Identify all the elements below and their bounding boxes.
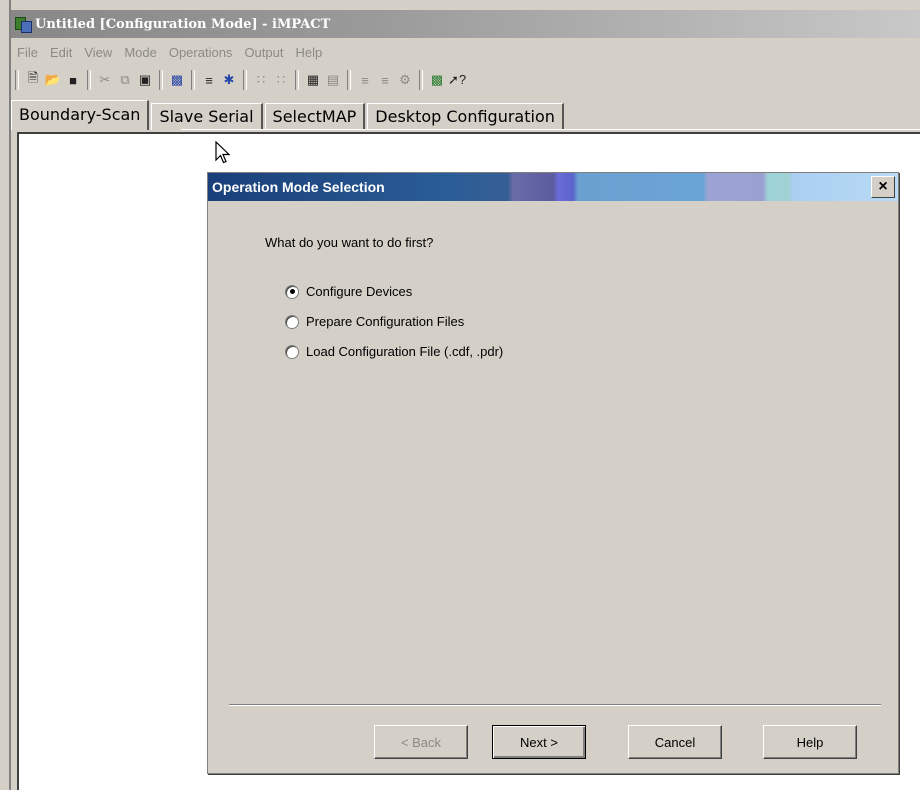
- impact-app-icon: [15, 16, 32, 33]
- toolbar-separator: [87, 70, 91, 90]
- chain-alt-icon[interactable]: ≡: [375, 70, 395, 90]
- toolbar-separator: [295, 70, 299, 90]
- menu-mode[interactable]: Mode: [118, 45, 163, 60]
- initialize-chain-icon[interactable]: ≡: [199, 70, 219, 90]
- option-load-configuration-file[interactable]: Load Configuration File (.cdf, .pdr): [285, 344, 503, 359]
- device-icon[interactable]: ▩: [427, 70, 447, 90]
- title-bar[interactable]: Untitled [Configuration Mode] - iMPACT: [11, 10, 920, 38]
- option-label: Prepare Configuration Files: [306, 314, 465, 329]
- menu-help[interactable]: Help: [289, 45, 328, 60]
- paste-icon[interactable]: ▣: [135, 70, 155, 90]
- operation-mode-dialog: Operation Mode Selection × What do you w…: [207, 172, 899, 774]
- option-label: Configure Devices: [306, 284, 413, 299]
- close-button[interactable]: ×: [871, 176, 895, 198]
- menu-edit[interactable]: Edit: [44, 45, 78, 60]
- tab-baseline: [181, 129, 920, 130]
- toolbar-separator: [243, 70, 247, 90]
- toolbar-separator: [347, 70, 351, 90]
- dialog-title: Operation Mode Selection: [212, 179, 385, 195]
- gear-icon[interactable]: ⚙: [395, 70, 415, 90]
- option-label: Load Configuration File (.cdf, .pdr): [306, 344, 504, 359]
- back-button[interactable]: < Back: [374, 725, 468, 759]
- mouse-cursor-icon: [215, 141, 231, 164]
- help-button[interactable]: Help: [763, 725, 857, 759]
- copy-icon[interactable]: ⧉: [115, 70, 135, 90]
- chain-icon[interactable]: ≡: [355, 70, 375, 90]
- radio-configure-devices[interactable]: [285, 284, 299, 299]
- menu-operations[interactable]: Operations: [163, 45, 239, 60]
- menu-view[interactable]: View: [78, 45, 118, 60]
- impact-window: Untitled [Configuration Mode] - iMPACT F…: [0, 0, 920, 790]
- cancel-button[interactable]: Cancel: [628, 725, 722, 759]
- next-button[interactable]: Next >: [492, 725, 586, 759]
- toolbar-separator: [191, 70, 195, 90]
- radio-prepare-configuration-files[interactable]: [285, 314, 299, 329]
- toolbar-separator: [15, 70, 19, 90]
- mode-tabs: Boundary-Scan Slave Serial SelectMAP Des…: [11, 100, 566, 130]
- menu-bar: File Edit View Mode Operations Output He…: [11, 40, 328, 64]
- close-icon: ×: [878, 178, 888, 195]
- grid-large-icon[interactable]: ∷: [271, 70, 291, 90]
- save-icon[interactable]: ■: [63, 70, 83, 90]
- chip-icon[interactable]: ▦: [303, 70, 323, 90]
- tab-desktop-configuration[interactable]: Desktop Configuration: [367, 103, 564, 130]
- window-title: Untitled [Configuration Mode] - iMPACT: [35, 16, 331, 32]
- toolbar-separator: [419, 70, 423, 90]
- button-separator: [229, 704, 881, 706]
- help-cursor-icon[interactable]: ➚?: [447, 70, 467, 90]
- chip-list-icon[interactable]: ▤: [323, 70, 343, 90]
- open-folder-icon[interactable]: 📂: [43, 70, 63, 90]
- tab-slave-serial[interactable]: Slave Serial: [151, 103, 263, 130]
- program-icon[interactable]: ▩: [167, 70, 187, 90]
- cut-icon[interactable]: ✂: [95, 70, 115, 90]
- toolbar-separator: [159, 70, 163, 90]
- debug-chain-icon[interactable]: ✱: [219, 70, 239, 90]
- question-label: What do you want to do first?: [265, 235, 434, 250]
- dialog-title-bar[interactable]: Operation Mode Selection ×: [208, 173, 898, 201]
- radio-selected-dot: [289, 289, 295, 294]
- option-configure-devices[interactable]: Configure Devices: [285, 284, 412, 299]
- grid-small-icon[interactable]: ∷: [251, 70, 271, 90]
- radio-load-configuration-file[interactable]: [285, 344, 299, 359]
- new-file-icon[interactable]: 🗎: [23, 70, 43, 90]
- tab-boundary-scan[interactable]: Boundary-Scan: [11, 100, 150, 130]
- option-prepare-configuration-files[interactable]: Prepare Configuration Files: [285, 314, 464, 329]
- menu-output[interactable]: Output: [238, 45, 289, 60]
- toolbar: 🗎 📂 ■ ✂ ⧉ ▣ ▩ ≡ ✱ ∷ ∷ ▦ ▤ ≡ ≡ ⚙ ▩ ➚?: [11, 67, 920, 93]
- menu-file[interactable]: File: [11, 45, 44, 60]
- tab-selectmap[interactable]: SelectMAP: [264, 103, 366, 130]
